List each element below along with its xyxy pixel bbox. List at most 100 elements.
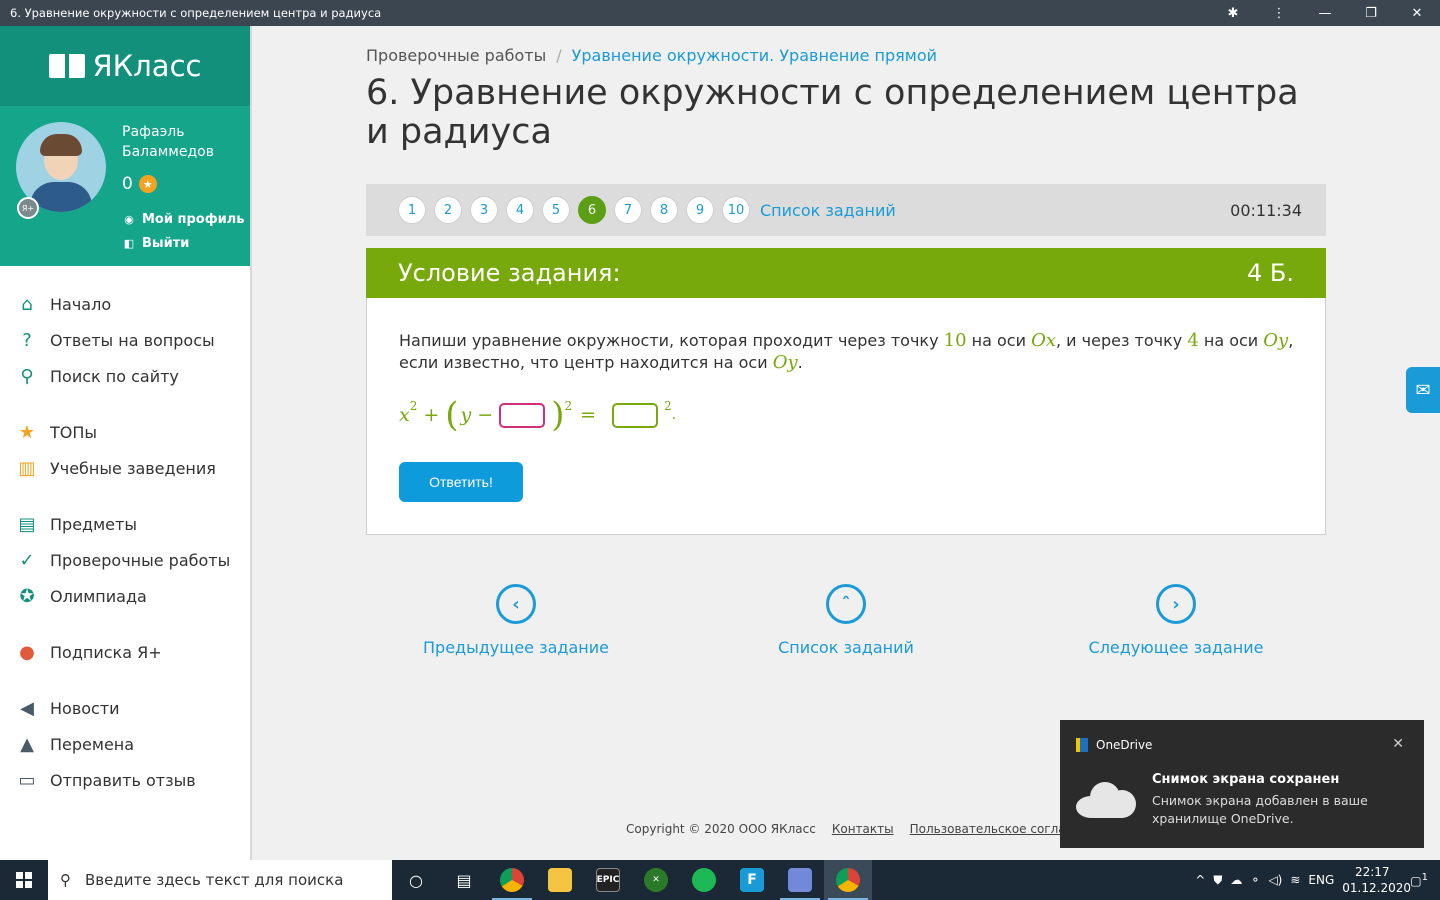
chevron-up-icon[interactable]: ˆ [826,584,866,624]
my-profile-link[interactable]: ◉ Мой профиль [122,212,244,227]
mail-icon[interactable]: ✉ [1406,367,1440,413]
task-number-2[interactable]: 2 [434,196,462,224]
institution-icon: ▥ [18,457,36,479]
math-number: 10 [943,330,967,351]
chevron-right-icon[interactable]: › [1156,584,1196,624]
taskbar-search[interactable]: ⚲ Введите здесь текст для поиска [48,860,392,900]
onedrive-tray-icon[interactable]: ☁ [1230,873,1242,887]
sidebar-item-answers[interactable]: ? Ответы на вопросы [0,322,250,358]
epic-games-icon[interactable]: EPIC [584,860,632,900]
task-number-9[interactable]: 9 [686,196,714,224]
search-icon: ⚲ [60,871,71,889]
task-list-nav[interactable]: ˆ Список заданий [716,584,976,657]
task-number-7[interactable]: 7 [614,196,642,224]
tray-expand-icon[interactable]: ^ [1195,873,1205,887]
logo[interactable]: ЯКласс [0,26,250,106]
user-name: Рафаэль Баламмедов [122,124,214,160]
task-list-label[interactable]: Список заданий [778,638,914,657]
task-number-8[interactable]: 8 [650,196,678,224]
window-title: 6. Уравнение окружности с определением ц… [10,6,382,20]
logo-text: ЯКласс [92,49,202,83]
sidebar-item-institutions[interactable]: ▥ Учебные заведения [0,450,250,486]
language-indicator[interactable]: ENG [1308,873,1334,887]
bell-icon: ▲ [20,733,34,755]
check-circle-icon: ✓ [19,549,35,571]
sidebar-item-subscription[interactable]: ● Подписка Я+ [0,634,250,670]
toast-app-name: OneDrive [1096,738,1153,752]
contacts-link[interactable]: Контакты [832,822,894,836]
close-button[interactable]: ✕ [1394,0,1440,26]
sidebar-item-feedback[interactable]: ▭ Отправить отзыв [0,762,250,798]
logo-book-icon [48,54,85,78]
network-icon[interactable]: ≋ [1290,873,1300,887]
chrome-active-icon[interactable] [824,860,872,900]
copyright: Copyright © 2020 ООО ЯКласс [626,822,816,836]
sidebar-item-tops[interactable]: ★ ТОПы [0,414,250,450]
logout-link[interactable]: ◧ Выйти [122,236,190,251]
breadcrumb-current[interactable]: Уравнение окружности. Уравнение прямой [572,46,937,65]
sidebar-item-break[interactable]: ▲ Перемена [0,726,250,762]
next-task-label[interactable]: Следующее задание [1089,638,1264,657]
next-task-nav[interactable]: › Следующее задание [1046,584,1306,657]
volume-icon[interactable]: ◁) [1268,873,1282,887]
app-f-icon[interactable]: F [728,860,776,900]
sidebar-item-search[interactable]: ⚲ Поиск по сайту [0,358,250,394]
clock-time: 22:17 [1354,865,1390,879]
sidebar-item-label: Олимпиада [50,586,147,606]
sidebar-item-olympiad[interactable]: ✪ Олимпиада [0,578,250,614]
start-button[interactable] [0,860,48,900]
user-score: 0 ★ [122,174,157,194]
page-title: 6. Уравнение окружности с определением ц… [366,73,1299,152]
spotify-icon[interactable] [680,860,728,900]
sidebar-item-tests[interactable]: ✓ Проверочные работы [0,542,250,578]
logout-label: Выйти [142,236,190,251]
defender-icon[interactable]: ⛊ [1213,873,1222,888]
sidebar-item-subjects[interactable]: ▤ Предметы [0,506,250,542]
notifications-icon[interactable]: ▢1 [1410,872,1428,888]
onedrive-app-icon [1076,738,1088,752]
clock[interactable]: 22:17 01.12.2020 [1342,864,1411,896]
sidebar-item-home[interactable]: ⌂ Начало [0,286,250,322]
chrome-icon[interactable] [488,860,536,900]
sidebar-item-news[interactable]: ◀ Новости [0,690,250,726]
toast-close-icon[interactable]: ✕ [1392,736,1404,752]
radius-input[interactable] [612,402,659,428]
cloud-icon [1076,778,1136,818]
feedback-icon: ▭ [18,769,36,791]
prev-task-label[interactable]: Предыдущее задание [423,638,609,657]
task-number-10[interactable]: 10 [722,196,750,224]
home-icon: ⌂ [21,293,33,315]
onedrive-notification[interactable]: OneDrive ✕ Снимок экрана сохранен Снимок… [1060,720,1424,848]
sidebar-item-label: Поиск по сайту [50,366,179,386]
task-number-5[interactable]: 5 [542,196,570,224]
sidebar-menu: ⌂ Начало ? Ответы на вопросы ⚲ Поиск по сай… [0,266,250,798]
notification-count: 1 [1421,872,1428,883]
task-list-link[interactable]: Список заданий [760,201,896,220]
extensions-icon[interactable]: ✱ [1210,0,1256,26]
search-icon: ⚲ [20,365,34,387]
discord-icon[interactable] [776,860,824,900]
chevron-left-icon[interactable]: ‹ [496,584,536,624]
minimize-button[interactable]: — [1302,0,1348,26]
task-number-6-active[interactable]: 6 [578,196,606,224]
cortana-icon[interactable]: ○ [392,860,440,900]
task-number-4[interactable]: 4 [506,196,534,224]
center-y-input[interactable] [499,402,546,428]
sidebar-item-label: Отправить отзыв [50,770,196,790]
answer-button[interactable]: Ответить! [399,462,523,502]
logout-icon: ◧ [123,237,135,250]
more-menu-icon[interactable]: ⋮ [1256,0,1302,26]
task-number-1[interactable]: 1 [398,196,426,224]
explorer-icon[interactable] [536,860,584,900]
restore-button[interactable]: ❐ [1348,0,1394,26]
microphone-icon[interactable]: ⚬ [1250,873,1260,887]
my-profile-label: Мой профиль [142,212,245,227]
task-number-3[interactable]: 3 [470,196,498,224]
megaphone-icon: ◀ [20,697,34,719]
prev-task-nav[interactable]: ‹ Предыдущее задание [386,584,646,657]
sidebar-item-label: Начало [50,294,112,314]
breadcrumb-root[interactable]: Проверочные работы [366,46,546,65]
sidebar-item-label: Ответы на вопросы [50,330,215,350]
task-view-icon[interactable]: ▤ [440,860,488,900]
xbox-icon[interactable]: ✕ [632,860,680,900]
